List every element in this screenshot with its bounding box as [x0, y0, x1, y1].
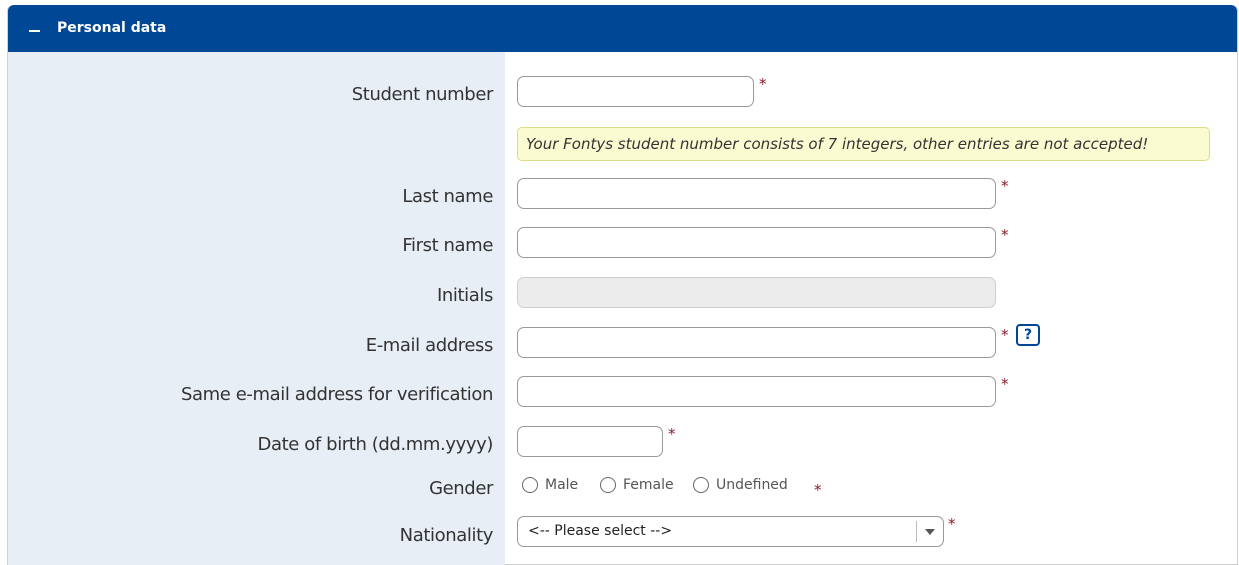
- dob-label: Date of birth (dd.mm.yyyy): [257, 434, 494, 455]
- gender-male-radio[interactable]: [522, 477, 538, 493]
- gender-female-label[interactable]: Female: [623, 477, 674, 493]
- email-input[interactable]: [517, 327, 996, 358]
- initials-label: Initials: [437, 285, 493, 306]
- minus-icon[interactable]: [27, 20, 43, 36]
- student-number-input[interactable]: [517, 76, 754, 107]
- dob-input[interactable]: [517, 426, 663, 457]
- student-number-hint: Your Fontys student number consists of 7…: [517, 127, 1210, 161]
- required-marker: *: [668, 425, 676, 443]
- first-name-input[interactable]: [517, 227, 996, 258]
- nationality-select[interactable]: <-- Please select -->: [517, 516, 944, 547]
- last-name-label: Last name: [402, 186, 493, 207]
- required-marker: *: [814, 481, 822, 499]
- panel-title: Personal data: [57, 20, 167, 36]
- last-name-input[interactable]: [517, 178, 996, 209]
- initials-input: [517, 277, 996, 308]
- gender-undefined-label[interactable]: Undefined: [716, 477, 788, 493]
- required-marker: *: [948, 515, 956, 533]
- chevron-down-icon[interactable]: [925, 529, 935, 535]
- nationality-selected-value: <-- Please select -->: [528, 523, 673, 539]
- email-label: E-mail address: [365, 335, 494, 356]
- required-marker: *: [1001, 177, 1009, 195]
- first-name-label: First name: [402, 235, 493, 256]
- select-divider: [916, 521, 917, 542]
- email-verify-input[interactable]: [517, 376, 996, 407]
- help-icon[interactable]: ?: [1016, 324, 1040, 346]
- nationality-label: Nationality: [399, 525, 494, 546]
- required-marker: *: [1001, 326, 1009, 344]
- gender-male-label[interactable]: Male: [545, 477, 578, 493]
- gender-label: Gender: [429, 478, 493, 499]
- gender-undefined-radio[interactable]: [693, 477, 709, 493]
- personal-data-panel: Personal data Student number * Your Font…: [7, 5, 1238, 565]
- student-number-label: Student number: [351, 84, 494, 105]
- panel-header[interactable]: Personal data: [8, 5, 1237, 52]
- required-marker: *: [759, 75, 767, 93]
- email-verify-label: Same e-mail address for verification: [180, 384, 493, 405]
- required-marker: *: [1001, 375, 1009, 393]
- gender-female-radio[interactable]: [600, 477, 616, 493]
- required-marker: *: [1001, 226, 1009, 244]
